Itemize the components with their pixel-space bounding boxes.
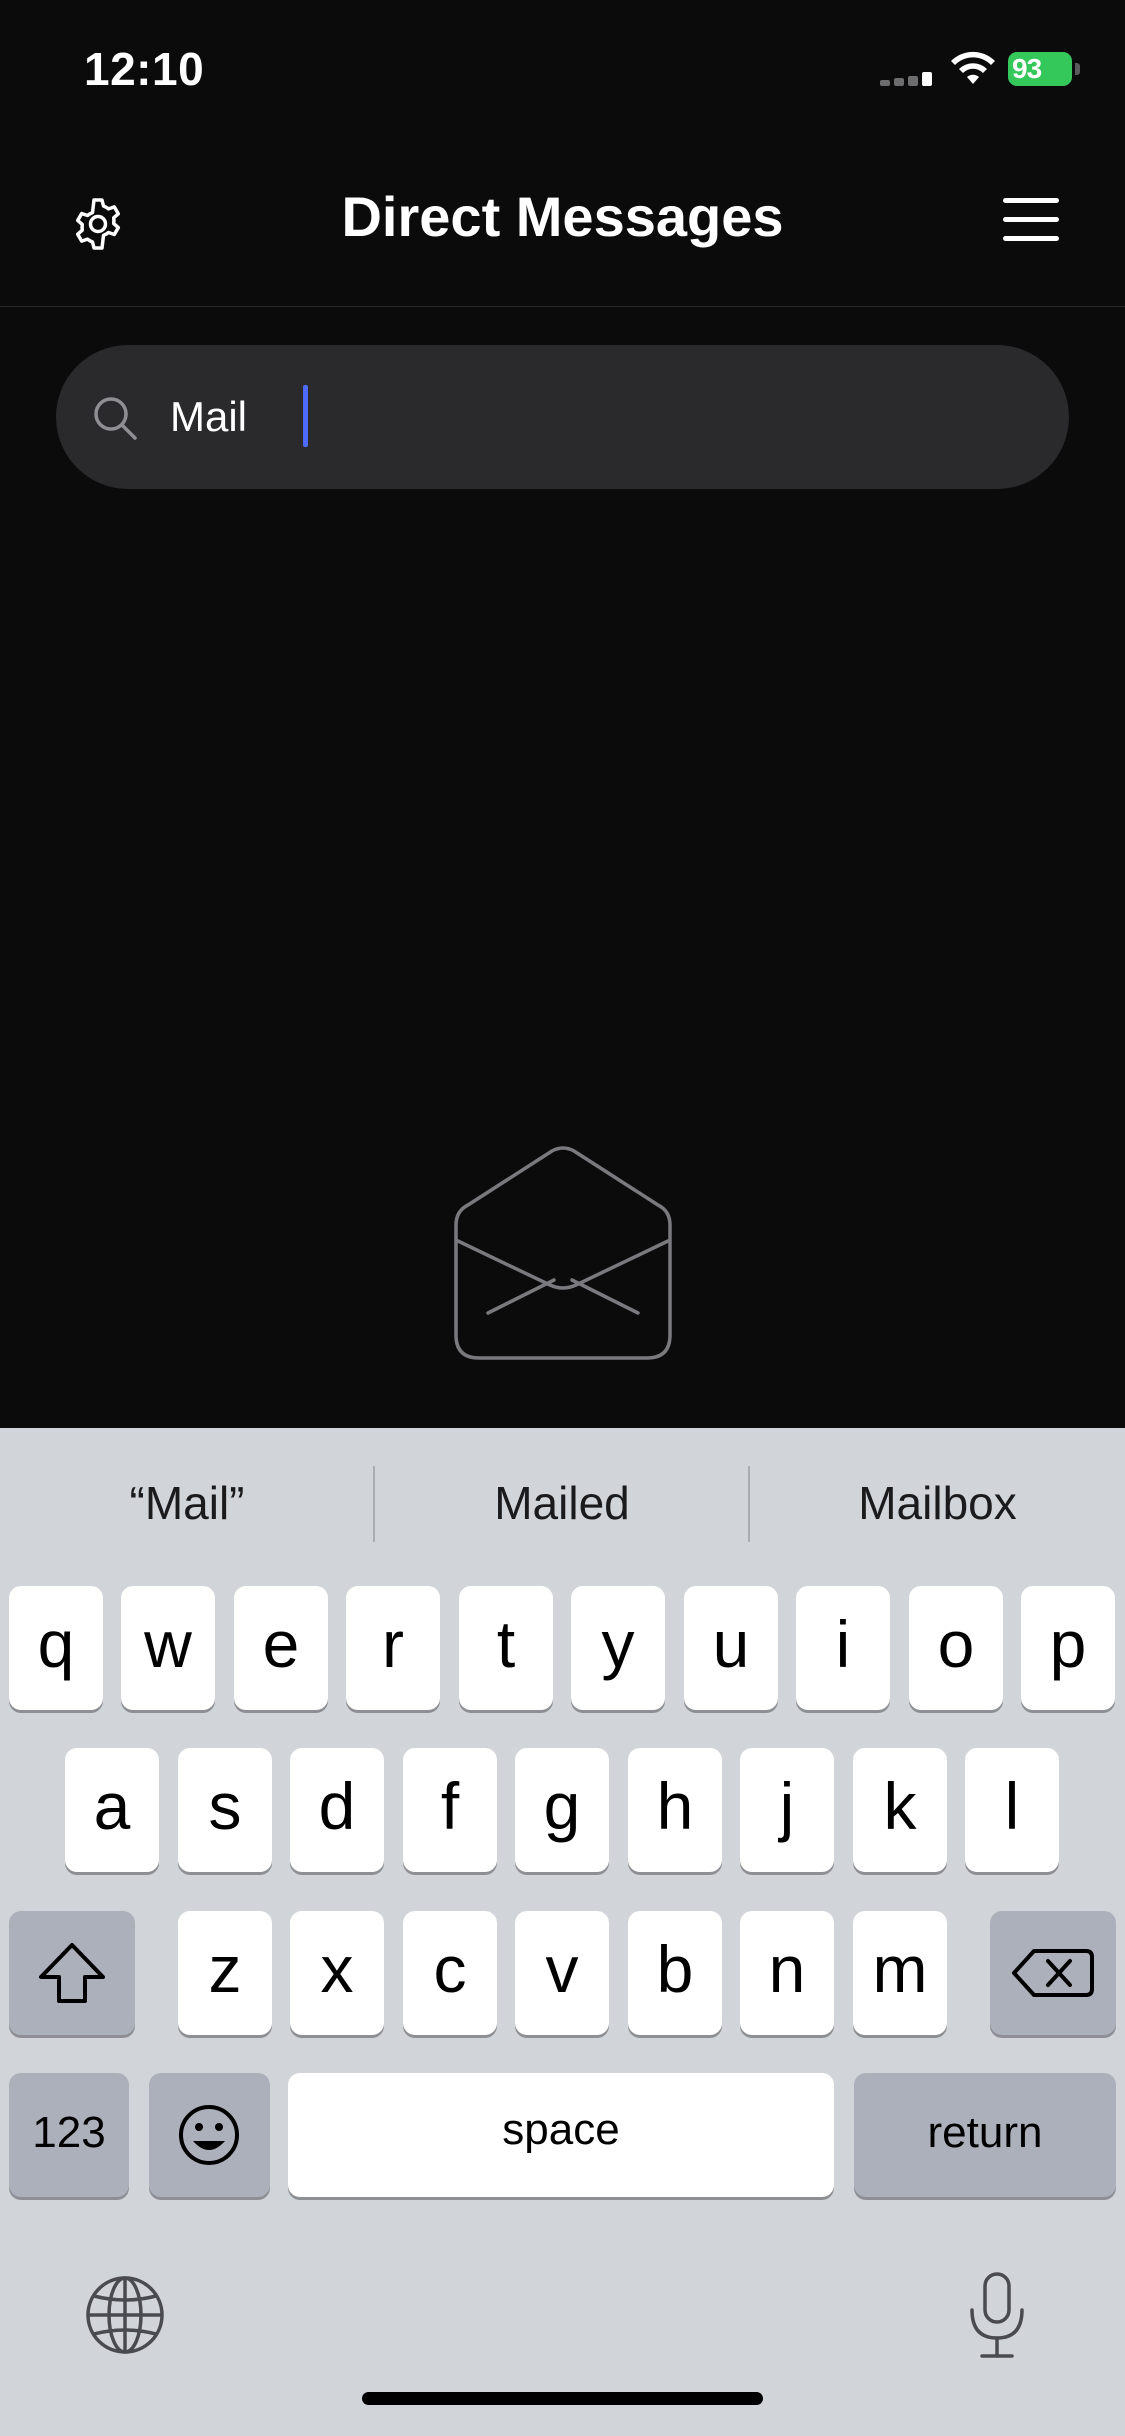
globe-icon[interactable] [84, 2274, 166, 2356]
key-a[interactable]: a [65, 1748, 159, 1872]
key-c[interactable]: c [403, 1911, 497, 2035]
space-key[interactable]: space [288, 2073, 834, 2197]
shift-key[interactable] [9, 1911, 135, 2035]
suggestion-2[interactable]: Mailed [375, 1428, 749, 1578]
delete-key[interactable] [990, 1911, 1116, 2035]
key-x[interactable]: x [290, 1911, 384, 2035]
shift-icon [39, 1943, 105, 2003]
suggestion-1[interactable]: “Mail” [0, 1428, 374, 1578]
battery-level: 93 [1012, 53, 1042, 84]
key-p[interactable]: p [1021, 1586, 1115, 1710]
header: Direct Messages [0, 140, 1125, 307]
key-z[interactable]: z [178, 1911, 272, 2035]
wifi-icon [951, 51, 995, 84]
microphone-icon[interactable] [962, 2270, 1032, 2362]
open-envelope-icon [454, 1146, 672, 1360]
suggestion-bar: “Mail” Mailed Mailbox [0, 1428, 1125, 1578]
hamburger-menu-icon[interactable] [1003, 198, 1059, 242]
on-screen-keyboard: “Mail” Mailed Mailbox q w e r t y u i o … [0, 1428, 1125, 2436]
home-indicator[interactable] [362, 2392, 763, 2405]
status-time: 12:10 [84, 43, 205, 95]
key-i[interactable]: i [796, 1586, 890, 1710]
key-m[interactable]: m [853, 1911, 947, 2035]
key-k[interactable]: k [853, 1748, 947, 1872]
key-o[interactable]: o [909, 1586, 1003, 1710]
battery-icon: 93 [1008, 52, 1082, 86]
key-v[interactable]: v [515, 1911, 609, 2035]
key-u[interactable]: u [684, 1586, 778, 1710]
search-icon [94, 397, 137, 440]
return-key[interactable]: return [854, 2073, 1116, 2197]
key-j[interactable]: j [740, 1748, 834, 1872]
key-t[interactable]: t [459, 1586, 553, 1710]
status-bar: 12:10 93 [0, 0, 1125, 140]
key-n[interactable]: n [740, 1911, 834, 2035]
key-f[interactable]: f [403, 1748, 497, 1872]
key-g[interactable]: g [515, 1748, 609, 1872]
search-input[interactable]: Mail [170, 393, 247, 441]
key-s[interactable]: s [178, 1748, 272, 1872]
key-w[interactable]: w [121, 1586, 215, 1710]
key-r[interactable]: r [346, 1586, 440, 1710]
key-d[interactable]: d [290, 1748, 384, 1872]
suggestion-3[interactable]: Mailbox [750, 1428, 1125, 1578]
key-e[interactable]: e [234, 1586, 328, 1710]
emoji-icon [179, 2105, 239, 2165]
key-q[interactable]: q [9, 1586, 103, 1710]
cellular-signal-icon [880, 70, 936, 86]
numbers-key[interactable]: 123 [9, 2073, 129, 2197]
search-bar[interactable]: Mail [56, 345, 1069, 489]
text-caret [303, 385, 308, 447]
key-h[interactable]: h [628, 1748, 722, 1872]
key-l[interactable]: l [965, 1748, 1059, 1872]
backspace-icon [1012, 1949, 1094, 1997]
key-y[interactable]: y [571, 1586, 665, 1710]
emoji-key[interactable] [149, 2073, 270, 2197]
key-b[interactable]: b [628, 1911, 722, 2035]
page-title: Direct Messages [341, 185, 784, 248]
